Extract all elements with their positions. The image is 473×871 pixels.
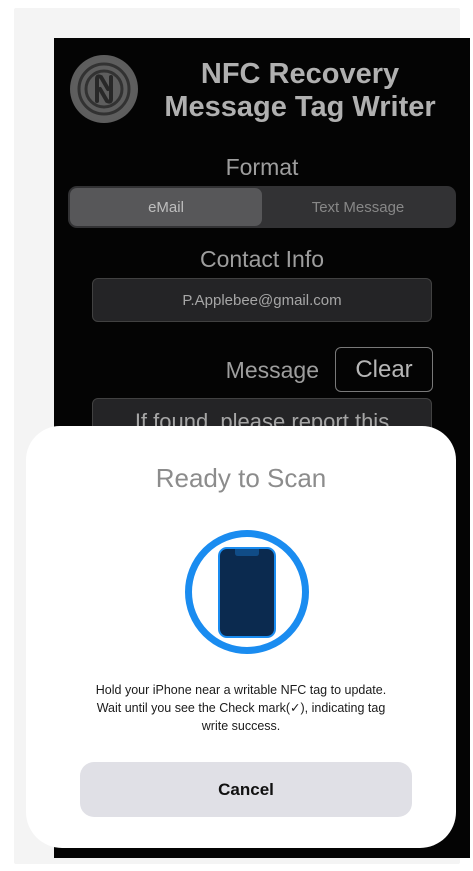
scan-instructions-line1: Hold your iPhone near a writable NFC tag… <box>95 683 387 697</box>
ready-to-scan-sheet: Ready to Scan Hold your iPhone near a wr… <box>26 426 456 848</box>
scan-instructions: Hold your iPhone near a writable NFC tag… <box>56 681 426 735</box>
scan-instructions-line3: write success. <box>201 719 281 733</box>
phone-scan-icon <box>185 530 309 654</box>
cancel-button[interactable]: Cancel <box>80 762 412 817</box>
sheet-title: Ready to Scan <box>155 463 327 493</box>
scan-instructions-line2: Wait until you see the Check mark(✓), in… <box>96 701 386 715</box>
